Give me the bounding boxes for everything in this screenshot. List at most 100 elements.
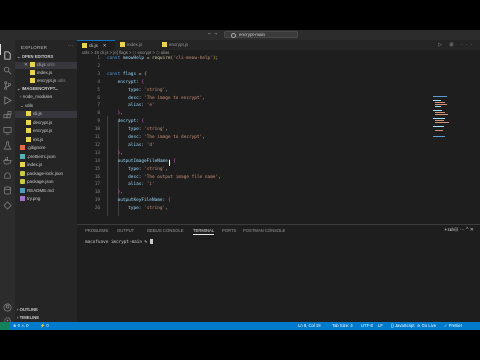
code-line[interactable]: encrypt: { (107, 80, 144, 85)
open-editor-item[interactable]: ✕ cli.js utils (15, 62, 77, 69)
md-file-icon (20, 187, 25, 193)
command-center-search[interactable]: encrypt-main (224, 31, 298, 38)
status-item[interactable]: LF (378, 323, 383, 328)
status-item[interactable]: ✓ Prettier (444, 323, 462, 328)
manage-gear-icon[interactable] (3, 310, 12, 324)
run-debug-icon[interactable] (3, 90, 12, 105)
editor-tabs: cli.js ✕ index.js encrypt.js ▷ ⊞ ··· (77, 40, 480, 50)
tree-file[interactable]: .prettierrc.json (15, 153, 56, 161)
code-line[interactable]: type: 'string', (107, 88, 168, 93)
code-line[interactable]: const meowHelp = require('cli-meow-help'… (107, 56, 218, 61)
tab-index-js[interactable]: index.js (115, 40, 157, 50)
minimap[interactable] (433, 96, 453, 156)
tree-file[interactable]: decrypt.js (15, 119, 52, 127)
code-editor[interactable]: 1 const meowHelp = require('cli-meow-help… (77, 56, 480, 224)
js-file-icon (26, 136, 31, 142)
timeline-header[interactable]: › TIMELINE (17, 315, 39, 320)
code-line[interactable]: alias: 'i' (107, 182, 154, 187)
extensions-icon[interactable] (3, 105, 12, 119)
remote-indicator-icon[interactable] (0, 322, 9, 330)
line-number: 9 (97, 119, 100, 125)
explorer-sidebar: EXPLORER ··· ⌄ OPEN EDITORS ✕ cli.js util… (15, 40, 77, 322)
js-file-icon (20, 162, 25, 167)
project-label: IMAGEENCRYPT... (21, 86, 59, 91)
tree-file[interactable]: try.png (15, 196, 40, 203)
tree-item-label: .prettierrc.json (27, 153, 56, 159)
code-line[interactable]: type: 'string', (107, 127, 168, 132)
panel-tab-terminal[interactable]: TERMINAL (193, 228, 215, 235)
git-icon[interactable] (3, 195, 12, 210)
tree-folder[interactable]: ⌄ utils (15, 103, 33, 110)
status-item[interactable]: Tab Size: 4 (332, 323, 353, 328)
command-center-label: encrypt-main (239, 32, 266, 37)
code-line[interactable]: }, (107, 111, 123, 116)
tab-cli-js[interactable]: cli.js ✕ (77, 40, 115, 50)
code-line[interactable]: type: 'string', (107, 206, 168, 211)
docker-icon[interactable] (3, 150, 12, 165)
files-icon[interactable] (0, 44, 12, 60)
editor-actions[interactable]: ▷ ⊞ ··· (438, 42, 475, 48)
line-number: 2 (97, 63, 100, 69)
open-editors-label: OPEN EDITORS (21, 54, 54, 59)
source-control-icon[interactable] (3, 75, 12, 90)
js-file-icon (30, 70, 35, 75)
tree-file[interactable]: README.md (15, 187, 54, 195)
more-actions-icon[interactable]: ··· (68, 43, 73, 49)
code-line[interactable]: type: 'string', (107, 167, 168, 172)
code-line[interactable]: desc: 'The output image file name', (107, 175, 221, 180)
tree-file[interactable]: encrypt.js (15, 128, 52, 135)
tree-file[interactable]: package-lock.json (15, 170, 63, 178)
status-item[interactable]: Ln 8, Col 19 (298, 323, 321, 328)
code-line[interactable]: outputKeyFileName: { (107, 198, 171, 203)
code-line[interactable]: decrypt: { (107, 119, 144, 124)
status-item[interactable]: {} JavaScript (391, 323, 415, 328)
panel-actions[interactable]: + ⌄ ⊟ ··· ^ ✕ (444, 227, 474, 233)
account-icon[interactable] (3, 297, 12, 312)
line-number: 12 (94, 142, 100, 148)
panel-tab-output[interactable]: OUTPUT (117, 228, 134, 233)
line-number: 20 (94, 206, 100, 212)
tree-item-label: init.js (33, 136, 44, 142)
status-item[interactable]: ⊘ Go Live (417, 323, 436, 328)
remote-explorer-icon[interactable] (3, 120, 12, 135)
close-icon[interactable]: ✕ (103, 43, 107, 48)
panel-tab-problems[interactable]: PROBLEMS (85, 228, 108, 233)
open-editor-item[interactable]: encrypt.js utils (15, 78, 66, 85)
tab-encrypt-js[interactable]: encrypt.js (157, 40, 201, 50)
code-line[interactable]: alias: 'e' (107, 103, 154, 108)
status-item[interactable]: UTF-8 (361, 323, 373, 328)
open-editors-header[interactable]: ⌄ OPEN EDITORS (17, 54, 53, 59)
code-line[interactable]: alias: 'd' (107, 143, 154, 148)
line-number: 3 (97, 71, 100, 77)
tree-file[interactable]: index.js (15, 162, 42, 169)
code-line[interactable]: desc: 'The image to decrypt', (107, 135, 205, 140)
panel-tab-ports[interactable]: PORTS (222, 228, 236, 233)
code-line[interactable]: }, (107, 190, 123, 195)
project-header[interactable]: ⌄ IMAGEENCRYPT... (17, 86, 58, 91)
code-line[interactable]: outputImageFileName: { (107, 159, 176, 164)
outline-header[interactable]: › OUTLINE (17, 307, 38, 312)
ports-status[interactable]: ⚡ 0 (40, 323, 49, 329)
tree-item-label: node_modules (22, 94, 53, 99)
line-number: 5 (97, 87, 100, 93)
tree-file[interactable]: init.js (15, 136, 44, 144)
android-icon[interactable] (3, 165, 12, 179)
open-editor-item[interactable]: index.js (15, 70, 52, 77)
tree-file[interactable]: .gitignore (15, 145, 46, 152)
breadcrumb[interactable]: utils > JS cli.js > [e] flags > ⬡ encryp… (82, 50, 169, 55)
code-line[interactable]: desc: 'The image to encrypt', (107, 96, 205, 101)
search-icon[interactable] (3, 60, 12, 75)
terminal-output[interactable]: macofuave imcrypt-main % (85, 239, 153, 245)
tree-file[interactable]: package.json (15, 179, 54, 186)
nav-arrows[interactable]: ← → (208, 31, 217, 37)
tree-folder[interactable]: › node_modules (15, 94, 52, 101)
code-line[interactable]: }, (107, 151, 123, 156)
close-icon[interactable]: ✕ (24, 62, 28, 67)
panel-tab-postman-console[interactable]: POSTMAN CONSOLE (243, 228, 285, 233)
database-icon[interactable] (3, 180, 12, 195)
code-line[interactable]: const flags = { (107, 72, 147, 77)
problems-status[interactable]: ⊗ 0 ⚠ 0 (13, 323, 28, 328)
tree-file[interactable]: cli.js (15, 111, 77, 118)
testing-icon[interactable] (3, 135, 12, 150)
panel-tab-debug-console[interactable]: DEBUG CONSOLE (147, 228, 184, 233)
